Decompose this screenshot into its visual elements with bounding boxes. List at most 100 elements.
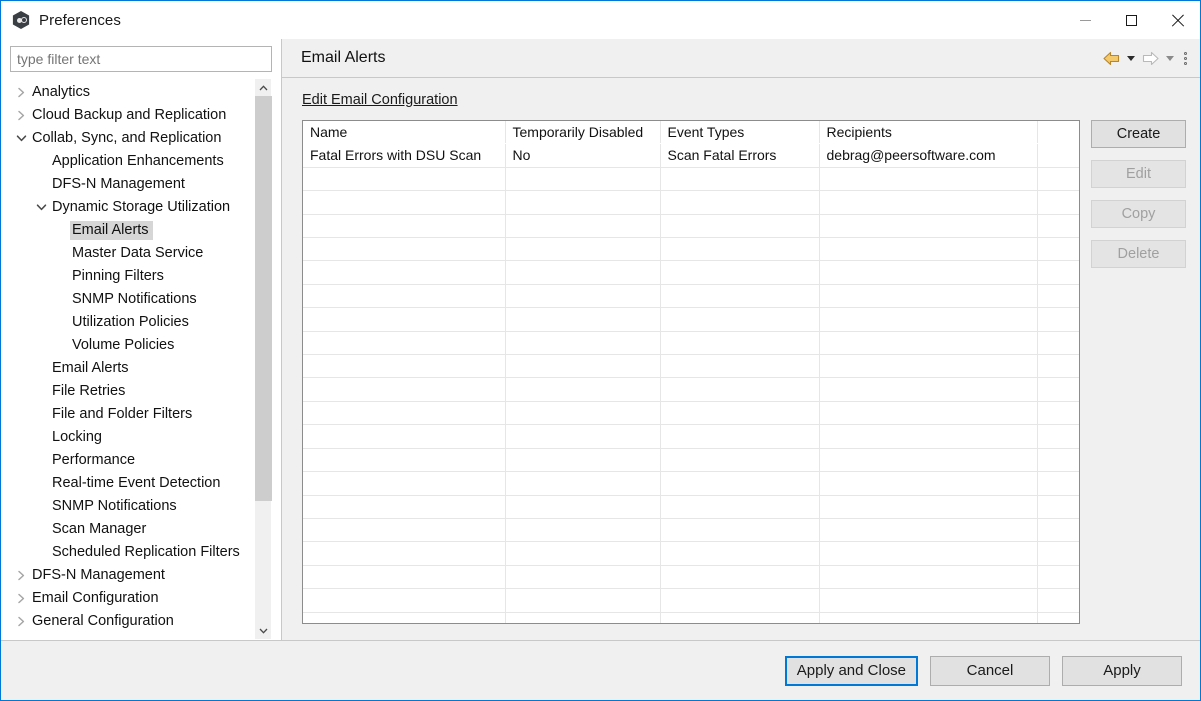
sidebar-item-email-configuration[interactable]: Email Configuration — [11, 587, 254, 610]
table-row-empty[interactable] — [303, 424, 1079, 449]
cancel-button[interactable]: Cancel — [930, 655, 1050, 686]
table-row-empty[interactable] — [303, 331, 1079, 356]
scroll-down-icon[interactable] — [255, 622, 271, 639]
column-header-recipients[interactable]: Recipients — [819, 121, 1038, 145]
sidebar-item-volume-policies[interactable]: Volume Policies — [11, 334, 254, 357]
sidebar-item-email-alerts[interactable]: Email Alerts — [11, 219, 254, 242]
alerts-table[interactable]: Name Temporarily Disabled Event Types Recip… — [303, 121, 1079, 623]
sidebar-item-snmp-notifications[interactable]: SNMP Notifications — [11, 288, 254, 311]
sidebar-item-label: DFS-N Management — [52, 176, 185, 192]
kebab-menu-icon[interactable] — [1178, 48, 1192, 70]
table-row-empty[interactable] — [303, 518, 1079, 543]
chevron-down-icon[interactable] — [13, 134, 30, 143]
sidebar-item-pinning-filters[interactable]: Pinning Filters — [11, 265, 254, 288]
column-header-event-types[interactable]: Event Types — [660, 121, 820, 145]
scroll-up-icon[interactable] — [255, 79, 271, 96]
sidebar-item-locking[interactable]: Locking — [11, 426, 254, 449]
close-button[interactable] — [1154, 1, 1200, 39]
table-cell-empty — [819, 612, 1038, 623]
table-action-buttons: Create Edit Copy Delete — [1080, 120, 1188, 640]
chevron-right-icon[interactable] — [13, 87, 30, 98]
table-cell-empty — [505, 448, 661, 473]
table-row[interactable]: Fatal Errors with DSU Scan No Scan Fatal E… — [303, 143, 1079, 168]
column-header-temporarily-disabled[interactable]: Temporarily Disabled — [505, 121, 661, 145]
table-cell-empty — [1037, 237, 1079, 262]
filter-input[interactable] — [10, 46, 272, 72]
table-cell-empty — [505, 214, 661, 239]
sidebar-item-cloud-backup-and-replication[interactable]: Cloud Backup and Replication — [11, 104, 254, 127]
table-and-buttons: Name Temporarily Disabled Event Types Recip… — [302, 120, 1200, 640]
sidebar-item-email-alerts[interactable]: Email Alerts — [11, 357, 254, 380]
sidebar-item-label: SNMP Notifications — [52, 498, 177, 514]
apply-button[interactable]: Apply — [1062, 655, 1182, 686]
sidebar-item-performance[interactable]: Performance — [11, 449, 254, 472]
edit-email-configuration-link[interactable]: Edit Email Configuration — [302, 92, 458, 108]
sidebar-item-file-and-folder-filters[interactable]: File and Folder Filters — [11, 403, 254, 426]
table-cell-empty — [1037, 424, 1079, 449]
sidebar-item-collab-sync-and-replication[interactable]: Collab, Sync, and Replication — [11, 127, 254, 150]
chevron-down-icon — [1165, 56, 1174, 61]
minimize-icon — [1079, 19, 1091, 21]
table-row-empty[interactable] — [303, 541, 1079, 566]
back-arrow-icon — [1102, 51, 1119, 66]
table-row-empty[interactable] — [303, 471, 1079, 496]
table-cell-empty — [505, 237, 661, 262]
sidebar-item-analytics[interactable]: Analytics — [11, 81, 254, 104]
sidebar-item-master-data-service[interactable]: Master Data Service — [11, 242, 254, 265]
title-bar: Preferences — [1, 1, 1200, 39]
column-header-name[interactable]: Name — [303, 121, 506, 145]
chevron-right-icon[interactable] — [13, 570, 30, 581]
table-row-empty[interactable] — [303, 260, 1079, 285]
sidebar-item-snmp-notifications[interactable]: SNMP Notifications — [11, 495, 254, 518]
sidebar-item-dfs-n-management[interactable]: DFS-N Management — [11, 173, 254, 196]
table-row-empty[interactable] — [303, 612, 1079, 623]
forward-button[interactable] — [1139, 48, 1161, 70]
table-row-empty[interactable] — [303, 588, 1079, 613]
alerts-table-body[interactable]: Fatal Errors with DSU Scan No Scan Fatal E… — [303, 143, 1079, 623]
table-row-empty[interactable] — [303, 284, 1079, 309]
table-row-empty[interactable] — [303, 307, 1079, 332]
tree-container: Analytics Cloud Backup and Replication Col… — [10, 78, 272, 640]
chevron-right-icon[interactable] — [13, 593, 30, 604]
sidebar-item-file-retries[interactable]: File Retries — [11, 380, 254, 403]
table-row-empty[interactable] — [303, 401, 1079, 426]
table-row-empty[interactable] — [303, 377, 1079, 402]
table-cell-empty — [505, 354, 661, 379]
sidebar-item-real-time-event-detection[interactable]: Real-time Event Detection — [11, 472, 254, 495]
sidebar-item-application-enhancements[interactable]: Application Enhancements — [11, 150, 254, 173]
sidebar-item-utilization-policies[interactable]: Utilization Policies — [11, 311, 254, 334]
apply-and-close-button[interactable]: Apply and Close — [784, 655, 918, 686]
chevron-right-icon[interactable] — [13, 616, 30, 627]
preferences-tree[interactable]: Analytics Cloud Backup and Replication Col… — [11, 79, 254, 639]
table-cell-empty — [819, 565, 1038, 590]
back-button[interactable] — [1100, 48, 1122, 70]
tree-scrollbar-thumb[interactable] — [255, 96, 272, 501]
chevron-down-icon[interactable] — [33, 203, 50, 212]
column-header-extra[interactable] — [1037, 121, 1079, 145]
forward-dropdown-button[interactable] — [1161, 48, 1178, 70]
table-cell-empty — [819, 331, 1038, 356]
maximize-button[interactable] — [1108, 1, 1154, 39]
table-row-empty[interactable] — [303, 448, 1079, 473]
table-row-empty[interactable] — [303, 354, 1079, 379]
sidebar-item-dynamic-storage-utilization[interactable]: Dynamic Storage Utilization — [11, 196, 254, 219]
create-button[interactable]: Create — [1091, 120, 1186, 148]
tree-scrollbar[interactable] — [254, 79, 272, 639]
table-row-empty[interactable] — [303, 237, 1079, 262]
table-row-empty[interactable] — [303, 167, 1079, 192]
table-row-empty[interactable] — [303, 214, 1079, 239]
table-cell-empty — [660, 260, 820, 285]
chevron-right-icon[interactable] — [13, 110, 30, 121]
table-row-empty[interactable] — [303, 495, 1079, 519]
sidebar-item-general-configuration[interactable]: General Configuration — [11, 610, 254, 633]
forward-arrow-icon — [1142, 51, 1159, 66]
table-row-empty[interactable] — [303, 565, 1079, 590]
minimize-button[interactable] — [1062, 1, 1108, 39]
table-row-empty[interactable] — [303, 190, 1079, 215]
sidebar-item-scan-manager[interactable]: Scan Manager — [11, 518, 254, 541]
sidebar-item-scheduled-replication-filters[interactable]: Scheduled Replication Filters — [11, 541, 254, 564]
back-dropdown-button[interactable] — [1122, 48, 1139, 70]
sidebar-item-dfs-n-management[interactable]: DFS-N Management — [11, 564, 254, 587]
table-cell-empty — [505, 167, 661, 192]
table-cell-empty — [1037, 284, 1079, 309]
